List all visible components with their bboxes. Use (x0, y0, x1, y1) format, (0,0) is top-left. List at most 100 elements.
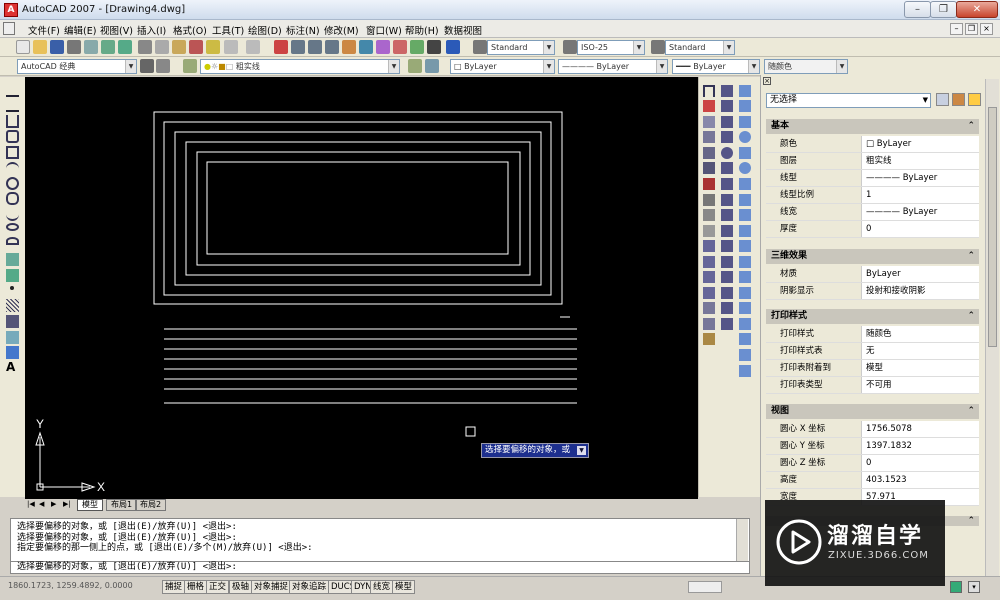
presspull-icon[interactable] (739, 240, 751, 252)
wedge-icon[interactable] (739, 100, 751, 112)
close-button[interactable]: ✕ (956, 1, 998, 18)
break-at-point-icon[interactable] (703, 271, 715, 283)
polar-toggle[interactable]: 极轴 (229, 580, 253, 594)
rectangle-icon[interactable] (6, 146, 19, 159)
3d-rotate-icon[interactable] (739, 365, 751, 377)
paste-icon[interactable] (172, 40, 186, 54)
select-objects-icon[interactable] (952, 93, 965, 106)
prop-row[interactable]: 厚度 0 (766, 221, 979, 238)
dim-aligned-icon[interactable] (721, 85, 733, 97)
intersect-icon[interactable] (739, 333, 751, 345)
tolerance-icon[interactable] (721, 240, 733, 252)
dim-continue-icon[interactable] (721, 209, 733, 221)
doc-minimize-button[interactable]: – (950, 23, 963, 35)
prop-row[interactable]: 圆心 Z 坐标 0 (766, 455, 979, 472)
palette-scroll-thumb[interactable] (988, 107, 997, 347)
menu-edit[interactable]: 编辑(E) (64, 23, 96, 37)
rotate-icon[interactable] (703, 194, 715, 206)
dim-update-icon[interactable] (721, 302, 733, 314)
osnap-toggle[interactable]: 对象捕捉 (251, 580, 292, 594)
section-plot-style[interactable]: 打印样式 ⌃ (766, 309, 979, 324)
sweep-icon[interactable] (739, 256, 751, 268)
calculator-icon[interactable] (427, 40, 441, 54)
array-icon[interactable] (703, 162, 715, 174)
workspace-select[interactable]: AutoCAD 经典 ▼ (17, 59, 137, 74)
otrack-toggle[interactable]: 对象追踪 (289, 580, 330, 594)
status-scrollbar[interactable] (688, 581, 722, 593)
dim-angular-icon[interactable] (721, 162, 733, 174)
menu-file[interactable]: 文件(F) (28, 23, 60, 37)
prop-row[interactable]: 阴影显示 投射和接收阴影 (766, 283, 979, 300)
table-icon[interactable] (6, 346, 19, 359)
command-input[interactable]: 选择要偏移的对象，或 [退出(E)/放弃(U)] <退出>: (10, 561, 750, 574)
menu-insert[interactable]: 插入(I) (137, 23, 166, 37)
prop-row[interactable]: 圆心 X 坐标 1756.5078 (766, 421, 979, 438)
menu-tools[interactable]: 工具(T) (212, 23, 244, 37)
3d-dwf-icon[interactable] (118, 40, 132, 54)
copy-object-icon[interactable] (703, 116, 715, 128)
doc-close-button[interactable]: × (980, 23, 993, 35)
prop-row[interactable]: 图层 粗实线 (766, 153, 979, 170)
torus-icon[interactable] (739, 162, 751, 174)
tooltip-arrow-icon[interactable]: ▼ (577, 446, 586, 455)
center-mark-icon[interactable] (721, 256, 733, 268)
helix-icon[interactable] (739, 194, 751, 206)
union-icon[interactable] (739, 302, 751, 314)
circle-icon[interactable] (6, 177, 19, 190)
text-style-select[interactable]: Standard ▼ (487, 40, 555, 55)
prop-row[interactable]: 线型比例 1 (766, 187, 979, 204)
dim-style-icon[interactable] (563, 40, 577, 54)
dim-edit-icon[interactable] (721, 271, 733, 283)
menu-modify[interactable]: 修改(M) (324, 23, 359, 37)
markup-icon[interactable] (410, 40, 424, 54)
palette-scrollbar[interactable] (985, 79, 999, 584)
offset-icon[interactable] (703, 147, 715, 159)
menu-draw[interactable]: 绘图(D) (248, 23, 282, 37)
table-style-select[interactable]: Standard ▼ (665, 40, 735, 55)
prop-row[interactable]: 高度 403.1523 (766, 472, 979, 489)
dim-baseline-icon[interactable] (721, 194, 733, 206)
cylinder-icon[interactable] (739, 147, 751, 159)
plot-icon[interactable] (67, 40, 81, 54)
quick-select-icon[interactable] (968, 93, 981, 106)
hatch-icon[interactable] (6, 299, 19, 312)
menu-view[interactable]: 视图(V) (100, 23, 133, 37)
command-scrollbar[interactable] (736, 519, 748, 561)
tool-palettes-icon[interactable] (376, 40, 390, 54)
revision-cloud-icon[interactable] (6, 192, 19, 205)
line-icon[interactable] (6, 84, 19, 97)
pan-icon[interactable] (274, 40, 288, 54)
tray-settings-icon[interactable]: ▾ (968, 581, 980, 593)
prop-row[interactable]: 线型 ———— ByLayer (766, 170, 979, 187)
publish-icon[interactable] (101, 40, 115, 54)
tab-model[interactable]: 模型 (77, 499, 103, 511)
cone-icon[interactable] (739, 116, 751, 128)
make-current-layer-icon[interactable] (408, 59, 422, 73)
dim-style-select[interactable]: ISO-25 ▼ (577, 40, 645, 55)
dim-text-edit-icon[interactable] (721, 287, 733, 299)
ortho-toggle[interactable]: 正交 (206, 580, 230, 594)
dim-ordinate-icon[interactable] (721, 116, 733, 128)
quick-leader-icon[interactable] (721, 225, 733, 237)
trim-icon[interactable] (703, 240, 715, 252)
revolve-icon[interactable] (739, 271, 751, 283)
gradient-icon[interactable] (6, 315, 19, 328)
linetype-select[interactable]: ———— ByLayer ▼ (558, 59, 668, 74)
make-block-icon[interactable] (6, 269, 19, 282)
tab-layout1[interactable]: 布局1 (106, 499, 138, 511)
multiline-text-icon[interactable]: A (6, 361, 19, 374)
text-style-icon[interactable] (473, 40, 487, 54)
prop-row[interactable]: 打印样式 随颜色 (766, 326, 979, 343)
plot-preview-icon[interactable] (84, 40, 98, 54)
zoom-previous-icon[interactable] (325, 40, 339, 54)
layer-manager-icon[interactable] (183, 59, 197, 73)
extend-icon[interactable] (703, 256, 715, 268)
prop-row[interactable]: 打印样式表无 (766, 343, 979, 360)
zoom-window-icon[interactable] (308, 40, 322, 54)
insert-block-icon[interactable] (6, 253, 19, 266)
layer-select[interactable]: ●☼■□ 粗实线 ▼ (200, 59, 400, 74)
ellipse-icon[interactable] (6, 223, 19, 231)
planar-surface-icon[interactable] (739, 209, 751, 221)
region-icon[interactable] (6, 331, 19, 344)
cut-icon[interactable] (138, 40, 152, 54)
